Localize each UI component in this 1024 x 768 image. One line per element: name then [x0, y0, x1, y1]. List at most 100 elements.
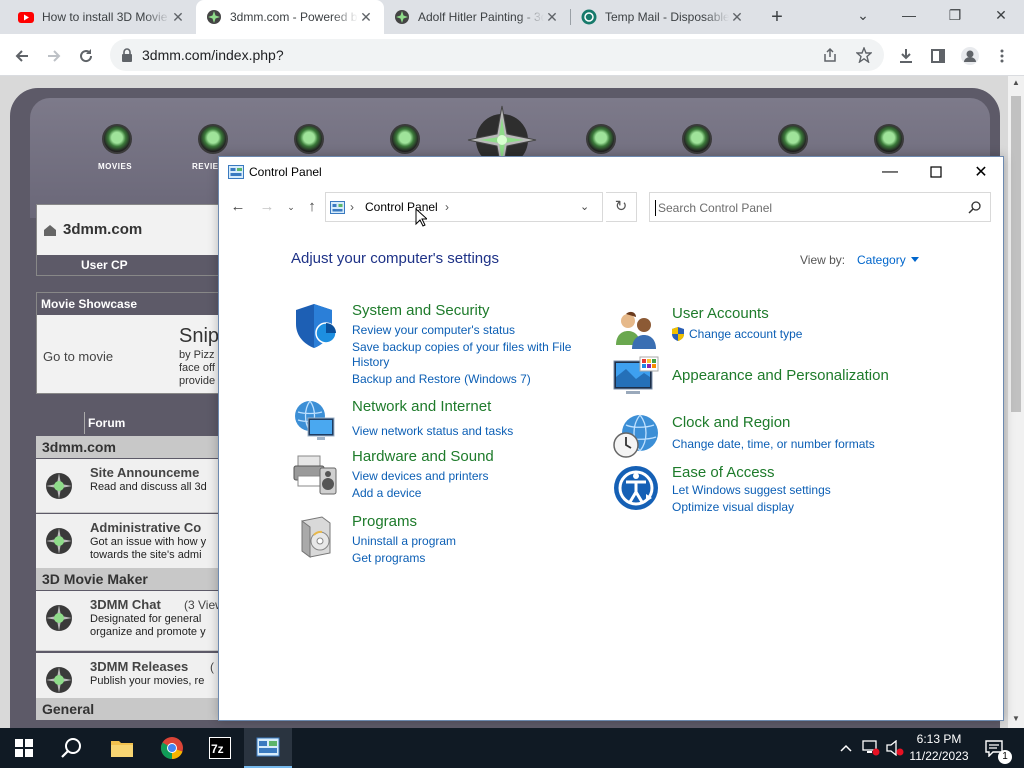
category-link[interactable]: Uninstall a program — [352, 534, 456, 549]
category-link[interactable]: Optimize visual display — [672, 500, 794, 515]
category-link[interactable]: View network status and tasks — [352, 424, 513, 439]
cp-refresh-button[interactable]: ↻ — [606, 192, 637, 222]
side-panel-button[interactable] — [924, 42, 952, 70]
address-dropdown-icon[interactable]: ⌄ — [580, 200, 589, 213]
category-link[interactable]: Change date, time, or number formats — [672, 437, 875, 452]
taskbar-file-explorer[interactable] — [98, 728, 146, 768]
nav-button[interactable] — [778, 124, 808, 154]
downloads-button[interactable] — [892, 42, 920, 70]
printer-speaker-icon[interactable] — [292, 448, 340, 496]
forum-name[interactable]: 3DMM Releases — [90, 659, 188, 674]
category-title[interactable]: User Accounts — [672, 305, 769, 322]
category-link[interactable]: Change account type — [689, 327, 802, 342]
category-title[interactable]: Ease of Access — [672, 464, 775, 481]
close-window-button[interactable]: ✕ — [978, 0, 1024, 30]
menu-button[interactable] — [988, 42, 1016, 70]
monitor-palette-icon[interactable] — [612, 355, 660, 403]
close-tab-icon[interactable]: ✕ — [544, 9, 560, 25]
forum-category[interactable]: 3dmm.com — [36, 436, 226, 458]
nav-button[interactable] — [586, 124, 616, 154]
category-link[interactable]: Save backup copies of your files with Fi… — [352, 340, 571, 355]
start-button[interactable] — [0, 728, 48, 768]
go-to-movie-image[interactable]: Go to movie — [43, 349, 113, 364]
recent-locations-dropdown[interactable]: ⌄ — [281, 197, 301, 217]
category-link[interactable]: Backup and Restore (Windows 7) — [352, 372, 531, 387]
category-title[interactable]: Clock and Region — [672, 414, 790, 431]
cp-minimize-button[interactable]: — — [867, 157, 913, 187]
back-button[interactable] — [8, 42, 36, 70]
tab-search-icon[interactable]: ⌄ — [840, 0, 886, 30]
nav-button[interactable] — [294, 124, 324, 154]
minimize-button[interactable]: — — [886, 0, 932, 30]
scrollbar-thumb[interactable] — [1011, 96, 1021, 412]
forum-row[interactable]: Site Announceme Read and discuss all 3d — [36, 459, 226, 513]
tab-painting[interactable]: Adolf Hitler Painting - 3dmm ✕ — [384, 0, 570, 34]
restore-button[interactable]: ❐ — [932, 0, 978, 30]
taskbar-control-panel[interactable] — [244, 728, 292, 768]
forum-row[interactable]: Administrative Co Got an issue with how … — [36, 514, 226, 574]
scroll-up-arrow[interactable]: ▲ — [1008, 78, 1024, 87]
view-by-dropdown[interactable]: Category — [857, 253, 906, 267]
breadcrumb-separator-icon[interactable]: › — [350, 200, 354, 214]
lock-icon[interactable] — [120, 47, 134, 63]
forum-name[interactable]: 3DMM Chat — [90, 597, 161, 612]
user-cp-link[interactable]: User CP — [37, 255, 225, 275]
action-center-button[interactable]: 1 — [978, 728, 1012, 768]
category-title[interactable]: Programs — [352, 513, 417, 530]
forum-category[interactable]: 3D Movie Maker — [36, 568, 226, 590]
cp-back-button[interactable]: ← — [228, 197, 248, 217]
taskbar-chrome[interactable] — [148, 728, 196, 768]
category-link[interactable]: Review your computer's status — [352, 323, 515, 338]
tab-youtube[interactable]: How to install 3D Movie Maker ✕ — [8, 0, 196, 34]
network-tray-icon[interactable] — [860, 728, 882, 768]
category-link[interactable]: Get programs — [352, 551, 425, 566]
ease-of-access-icon[interactable] — [612, 464, 660, 512]
taskbar-search-button[interactable] — [48, 728, 96, 768]
cp-address-bar[interactable]: › Control Panel › ⌄ — [325, 192, 603, 222]
tab-tempmail[interactable]: Temp Mail - Disposable Temporary ✕ — [571, 0, 755, 34]
new-tab-button[interactable]: + — [765, 5, 789, 29]
nav-movies-button[interactable] — [102, 124, 132, 154]
address-bar[interactable]: 3dmm.com/index.php? — [110, 39, 884, 71]
category-title[interactable]: System and Security — [352, 302, 490, 319]
cp-forward-button[interactable]: → — [257, 197, 277, 217]
programs-box-icon[interactable] — [292, 513, 340, 561]
forum-category[interactable]: General — [36, 698, 226, 720]
reload-button[interactable] — [72, 42, 100, 70]
users-icon[interactable] — [612, 305, 660, 353]
category-link[interactable]: Let Windows suggest settings — [672, 483, 831, 498]
cp-close-button[interactable]: ✕ — [958, 157, 1004, 187]
category-title[interactable]: Network and Internet — [352, 398, 491, 415]
profile-button[interactable] — [956, 42, 984, 70]
taskbar-clock[interactable]: 6:13 PM 11/22/2023 — [900, 731, 978, 765]
network-globe-icon[interactable] — [292, 398, 340, 446]
close-tab-icon[interactable]: ✕ — [170, 9, 186, 25]
category-link[interactable]: View devices and printers — [352, 469, 489, 484]
search-icon[interactable] — [968, 200, 982, 214]
category-link[interactable]: History — [352, 355, 389, 370]
nav-button[interactable] — [390, 124, 420, 154]
clock-globe-icon[interactable] — [612, 413, 660, 461]
view-by-chevron-icon[interactable] — [911, 257, 919, 262]
forum-name[interactable]: Administrative Co — [90, 520, 201, 535]
window-titlebar[interactable]: Control Panel — ✕ — [219, 157, 1003, 187]
nav-button[interactable] — [682, 124, 712, 154]
category-link[interactable]: Add a device — [352, 486, 421, 501]
breadcrumb-separator-icon[interactable]: › — [445, 200, 449, 214]
scroll-down-arrow[interactable]: ▼ — [1008, 714, 1024, 723]
taskbar-7zip[interactable]: 7z — [196, 728, 244, 768]
cp-up-button[interactable]: ↑ — [302, 197, 322, 217]
cp-maximize-button[interactable] — [913, 157, 959, 187]
tab-3dmm[interactable]: 3dmm.com - Powered by vBulletin ✕ — [196, 0, 384, 34]
forward-button[interactable] — [40, 42, 68, 70]
showcase-title[interactable]: Snip — [179, 325, 219, 348]
page-scrollbar[interactable]: ▲ ▼ — [1008, 76, 1024, 728]
bookmark-star-icon[interactable] — [856, 47, 872, 63]
category-title[interactable]: Hardware and Sound — [352, 448, 494, 465]
forum-row[interactable]: 3DMM Chat (3 View Designated for general… — [36, 591, 226, 651]
show-hidden-icons-button[interactable] — [836, 728, 856, 768]
close-tab-icon[interactable]: ✕ — [729, 9, 745, 25]
close-tab-icon[interactable]: ✕ — [358, 9, 374, 25]
share-icon[interactable] — [822, 47, 838, 63]
forum-name[interactable]: Site Announceme — [90, 465, 199, 480]
